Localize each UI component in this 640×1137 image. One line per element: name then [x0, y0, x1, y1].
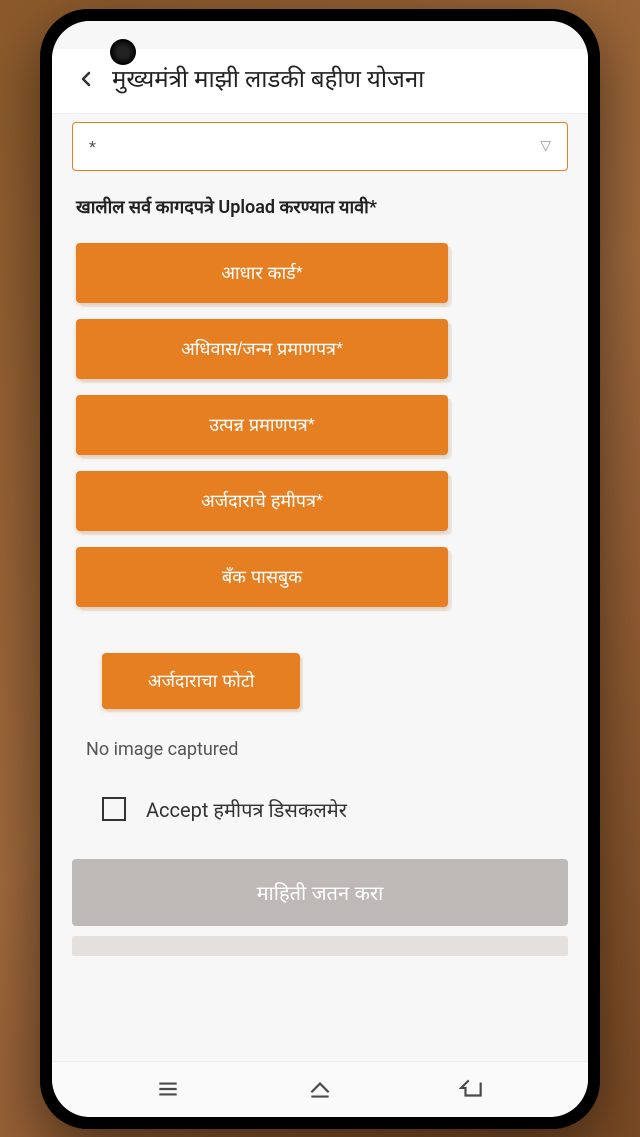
back-button[interactable]: [68, 61, 104, 97]
applicant-photo-button[interactable]: अर्जदाराचा फोटो: [102, 653, 300, 709]
dropdown-placeholder: *: [89, 137, 96, 156]
chevron-down-icon: ▽: [540, 138, 551, 154]
dropdown-field[interactable]: * ▽: [72, 122, 568, 171]
save-information-button[interactable]: माहिती जतन करा: [72, 859, 568, 926]
accept-disclaimer-label: Accept हमीपत्र डिसकलमेर: [146, 796, 347, 823]
upload-aadhar-button[interactable]: आधार कार्ड*: [76, 243, 448, 303]
back-icon: [459, 1076, 485, 1102]
system-nav-bar: [52, 1061, 588, 1117]
home-button[interactable]: [300, 1069, 340, 1109]
recent-apps-button[interactable]: [148, 1069, 188, 1109]
upload-applicant-bond-button[interactable]: अर्जदाराचे हमीपत्र*: [76, 471, 448, 531]
form-content: * ▽ खालील सर्व कागदपत्रे Upload करण्यात …: [52, 114, 588, 1061]
upload-domicile-button[interactable]: अधिवास/जन्म प्रमाणपत्र*: [76, 319, 448, 379]
back-nav-button[interactable]: [452, 1069, 492, 1109]
home-icon: [307, 1076, 333, 1102]
accept-disclaimer-checkbox[interactable]: [102, 797, 126, 821]
upload-section-label: खालील सर्व कागदपत्रे Upload करण्यात यावी…: [76, 195, 568, 219]
accept-disclaimer-row: Accept हमीपत्र डिसकलमेर: [102, 796, 568, 823]
no-image-captured-label: No image captured: [86, 739, 568, 760]
bottom-bar: [72, 936, 568, 956]
chevron-left-icon: [74, 67, 98, 91]
page-title: मुख्यमंत्री माझी लाडकी बहीण योजना: [112, 62, 572, 95]
upload-income-button[interactable]: उत्पन्न प्रमाणपत्र*: [76, 395, 448, 455]
upload-bank-passbook-button[interactable]: बँक पासबुक: [76, 547, 448, 607]
menu-icon: [155, 1076, 181, 1102]
